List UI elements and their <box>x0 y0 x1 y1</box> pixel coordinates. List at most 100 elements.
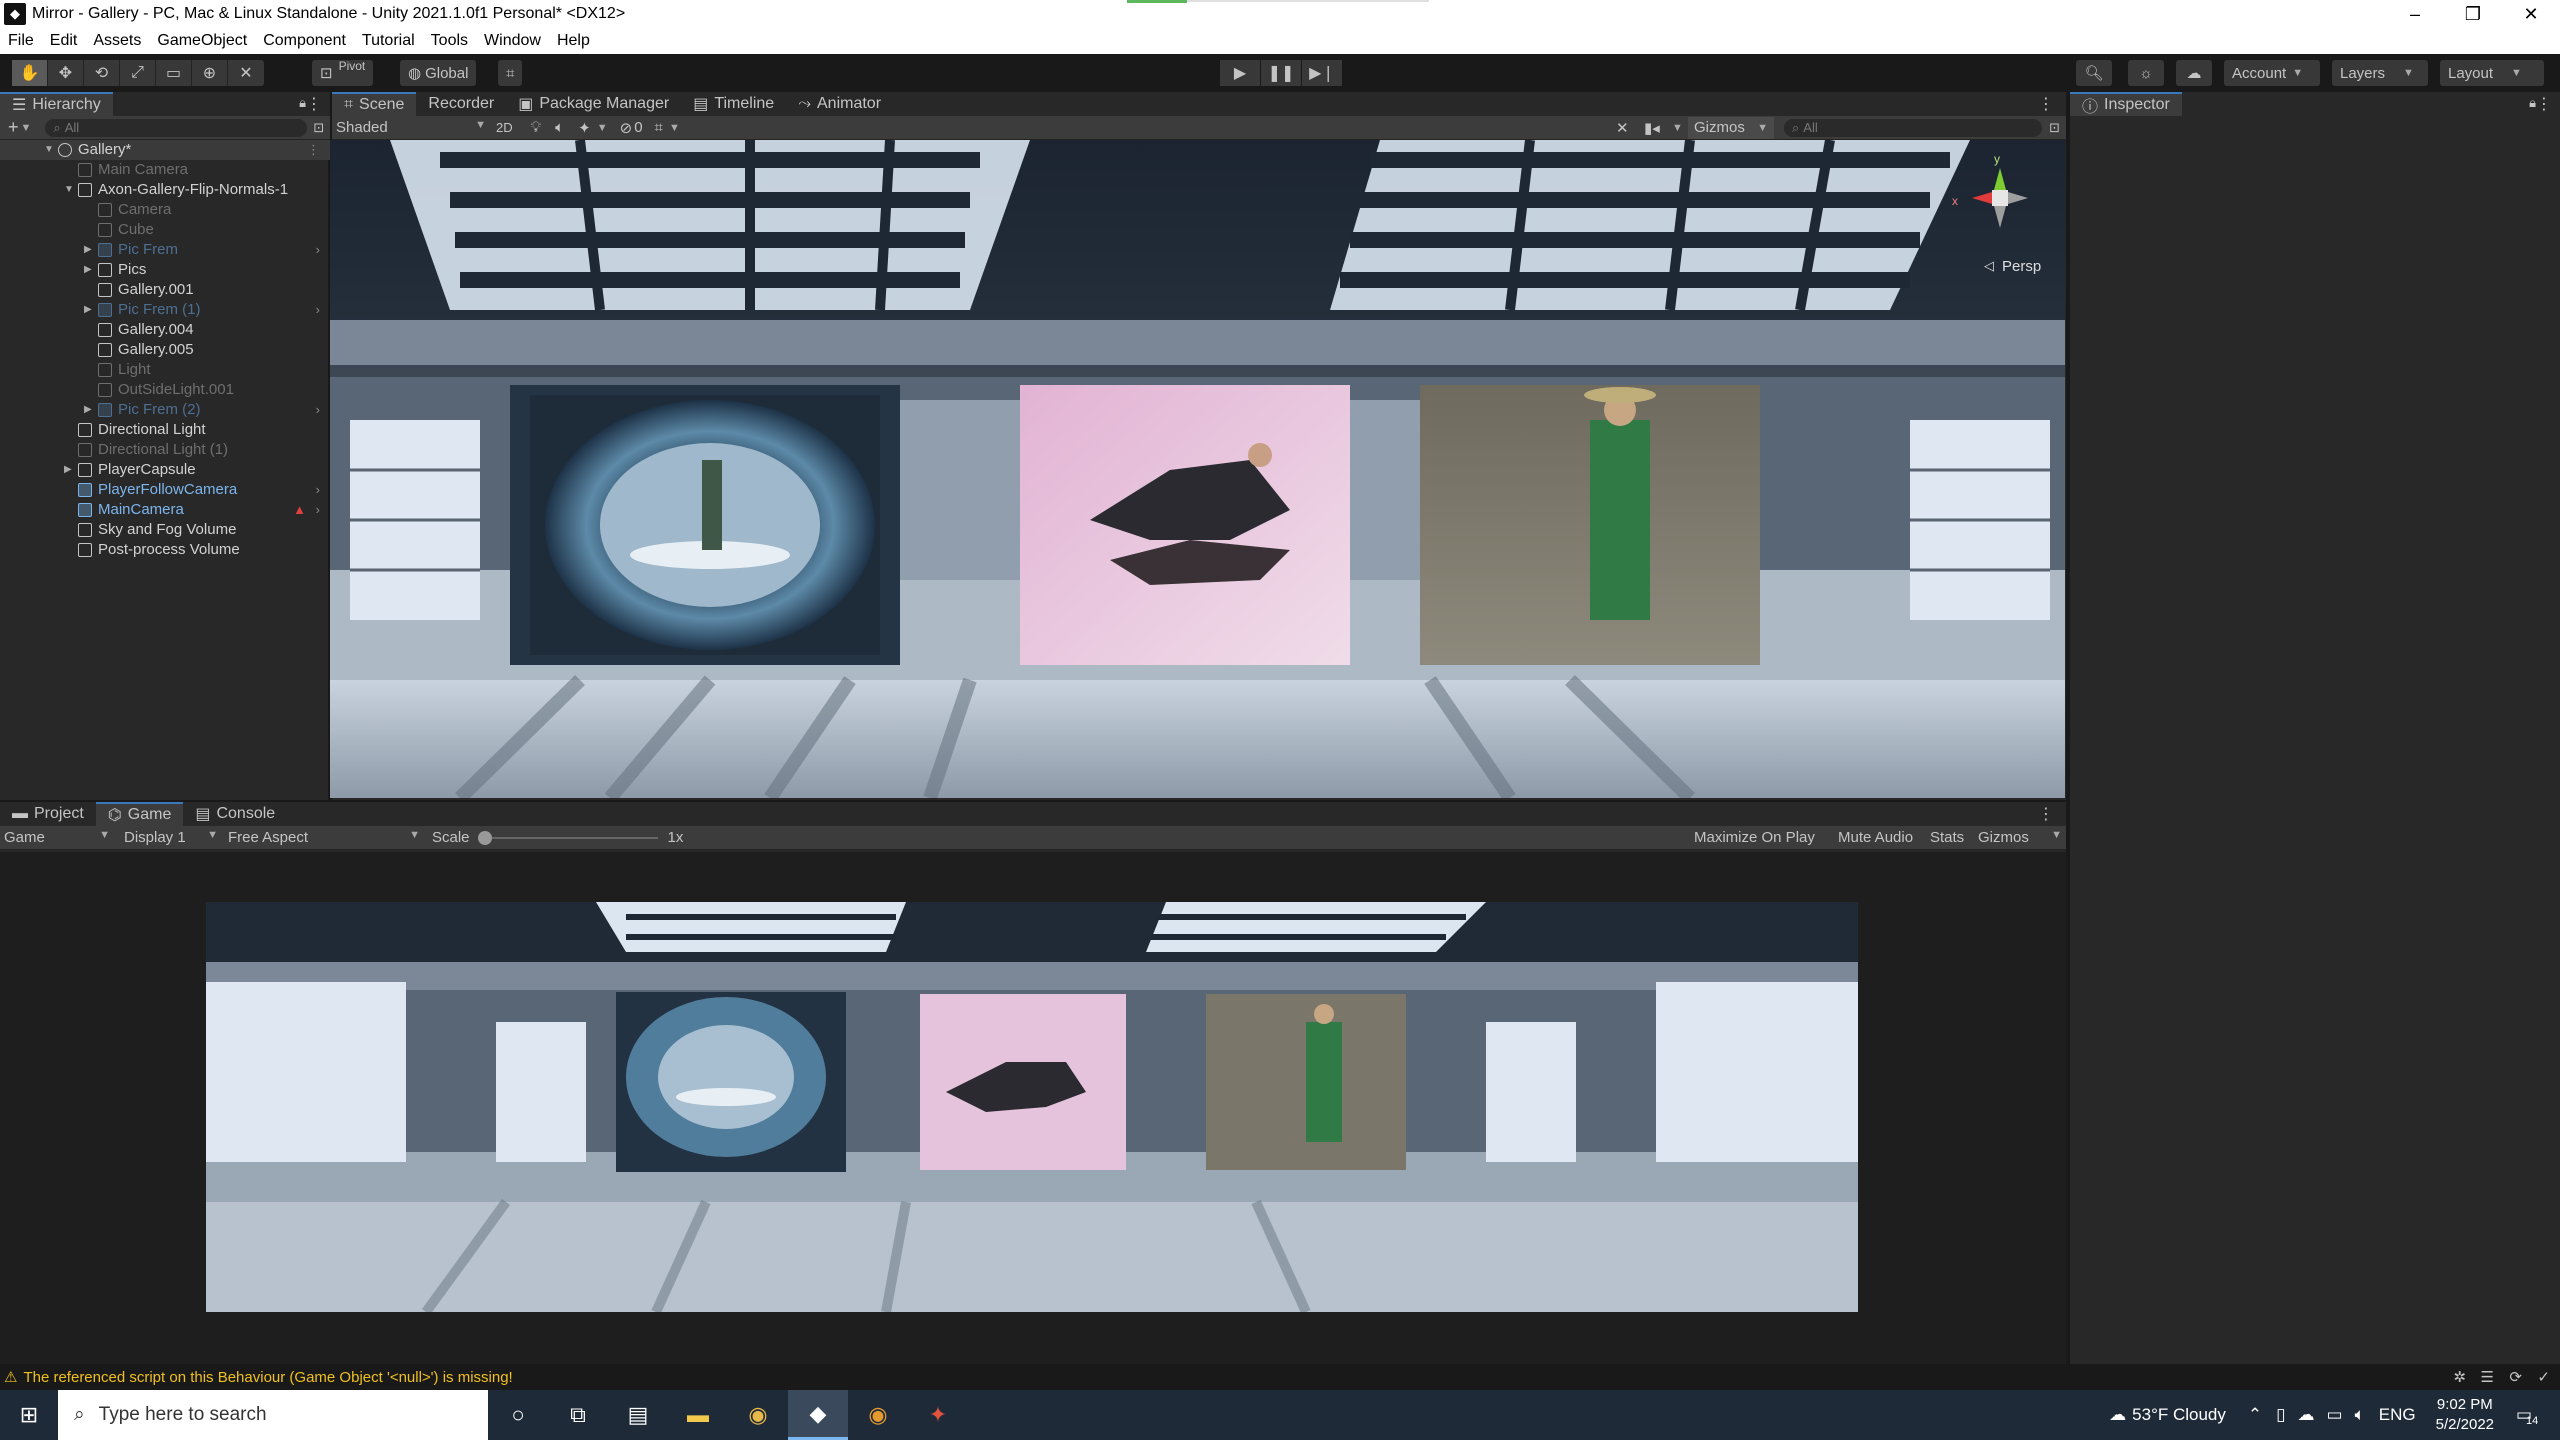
account-dropdown[interactable]: Account ▼ <box>2224 60 2320 86</box>
sync-icon[interactable]: ⟳ <box>2509 1368 2522 1386</box>
shading-mode-dropdown[interactable]: Shaded ▼ <box>336 119 486 136</box>
restore-button[interactable]: ❐ <box>2444 0 2502 28</box>
hierarchy-item[interactable]: OutSideLight.001 <box>0 380 330 400</box>
scene-viewport[interactable]: y x Persp ◁ <box>330 140 2065 798</box>
hierarchy-item[interactable]: Post-process Volume <box>0 540 330 560</box>
grid-toggle-icon[interactable]: ⌗ <box>655 119 663 136</box>
prefab-open-arrow-icon[interactable]: › <box>316 480 320 500</box>
layout-dropdown[interactable]: Layout ▼ <box>2440 60 2544 86</box>
prefab-open-arrow-icon[interactable]: › <box>316 300 320 320</box>
search-button[interactable]: 🔍︎ <box>2076 60 2112 86</box>
lock-icon[interactable]: 🔒︎ <box>2529 95 2536 111</box>
hierarchy-item[interactable]: ▶ PlayerCapsule <box>0 460 330 480</box>
tab-project[interactable]: ▬ Project <box>0 802 96 826</box>
expand-arrow-icon[interactable]: ▼ <box>44 140 54 160</box>
hand-tool-icon[interactable]: ✋ <box>12 60 48 86</box>
mute-audio-toggle[interactable]: Mute Audio <box>1838 829 1913 846</box>
prefab-open-arrow-icon[interactable]: › <box>316 500 320 520</box>
stats-toggle[interactable]: Stats <box>1930 829 1964 846</box>
hierarchy-item[interactable]: Camera <box>0 200 330 220</box>
visibility-icon[interactable]: ⊘ <box>620 119 633 137</box>
custom-tool-icon[interactable]: ✕ <box>228 60 264 86</box>
file-explorer-icon[interactable]: ▬ <box>668 1390 728 1440</box>
game-gizmos-dropdown[interactable]: Gizmos ▼ <box>1978 829 2062 846</box>
menu-assets[interactable]: Assets <box>85 32 149 50</box>
tab-scene[interactable]: ⌗ Scene <box>332 92 417 116</box>
tools-icon[interactable]: ✕ <box>1616 119 1629 137</box>
projection-label[interactable]: Persp <box>2002 258 2041 275</box>
kebab-menu-icon[interactable]: ⋮ <box>2038 804 2054 824</box>
chevron-up-icon[interactable]: ⌃ <box>2248 1405 2262 1425</box>
scene-search-input[interactable]: ⌕ All <box>1784 118 2042 137</box>
volume-icon[interactable]: 🔈︎ <box>2355 1405 2365 1425</box>
menu-edit[interactable]: Edit <box>42 32 86 50</box>
hierarchy-item[interactable]: MainCamera ▲ › <box>0 500 330 520</box>
chevron-down-icon[interactable]: ▼ <box>21 122 32 134</box>
global-toggle[interactable]: ◍ Global <box>400 60 477 86</box>
cortana-icon[interactable]: ○ <box>488 1390 548 1440</box>
grid-snap-button[interactable]: ⌗ <box>498 60 523 86</box>
hierarchy-search-input[interactable]: ⌕ All <box>45 118 308 137</box>
scale-tool-icon[interactable]: ⤢ <box>120 60 156 86</box>
unity-app-icon[interactable]: ◆ <box>788 1390 848 1440</box>
collapse-arrow-icon[interactable]: ▶ <box>84 400 92 420</box>
hierarchy-item[interactable]: ▶ Pics <box>0 260 330 280</box>
task-view-icon[interactable]: ⧉ <box>548 1390 608 1440</box>
hierarchy-item[interactable]: Gallery.005 <box>0 340 330 360</box>
tab-recorder[interactable]: Recorder <box>416 92 506 116</box>
rect-tool-icon[interactable]: ▭ <box>156 60 192 86</box>
services-button[interactable]: ☼ <box>2128 60 2164 86</box>
play-button[interactable]: ▶ <box>1220 60 1260 86</box>
tab-hierarchy[interactable]: ☰ Hierarchy <box>0 92 113 116</box>
layers-dropdown[interactable]: Layers ▼ <box>2332 60 2428 86</box>
menu-component[interactable]: Component <box>255 32 354 50</box>
search-options-icon[interactable]: ⊡ <box>313 120 324 136</box>
hierarchy-item[interactable]: ▶ Pic Frem (1) › <box>0 300 330 320</box>
chevron-down-icon[interactable]: ▼ <box>669 122 680 134</box>
hierarchy-item[interactable]: Sky and Fog Volume <box>0 520 330 540</box>
pivot-toggle[interactable]: ⊡ Pivot <box>312 59 374 86</box>
menu-window[interactable]: Window <box>476 32 549 50</box>
check-icon[interactable]: ✓ <box>2537 1368 2550 1386</box>
hierarchy-item[interactable]: Gallery.004 <box>0 320 330 340</box>
close-button[interactable]: ✕ <box>2502 0 2560 28</box>
expand-arrow-icon[interactable]: ▼ <box>64 180 74 200</box>
search-options-icon[interactable]: ⊡ <box>2049 120 2060 136</box>
2d-toggle[interactable]: 2D <box>496 120 513 135</box>
hierarchy-item[interactable]: ▶ Pic Frem (2) › <box>0 400 330 420</box>
maximize-on-play-toggle[interactable]: Maximize On Play <box>1694 829 1815 846</box>
kebab-menu-icon[interactable]: ⋮ <box>307 140 320 160</box>
aspect-dropdown[interactable]: Free Aspect ▼ <box>228 829 420 846</box>
move-tool-icon[interactable]: ✥ <box>48 60 84 86</box>
scale-slider[interactable] <box>477 830 658 845</box>
camera-icon[interactable]: ▮◂ <box>1644 119 1660 137</box>
collapse-arrow-icon[interactable]: ▶ <box>84 260 92 280</box>
notification-center-button[interactable]: ▭ 14 <box>2516 1405 2550 1427</box>
chevron-down-icon[interactable]: ▼ <box>1672 122 1683 134</box>
kebab-menu-icon[interactable]: ⋮ <box>306 94 322 114</box>
tab-animator[interactable]: ⤳ Animator <box>786 92 893 116</box>
menu-help[interactable]: Help <box>549 32 598 50</box>
hierarchy-item[interactable]: PlayerFollowCamera › <box>0 480 330 500</box>
rotate-tool-icon[interactable]: ⟲ <box>84 60 120 86</box>
network-icon[interactable]: ▭ <box>2327 1405 2343 1425</box>
taskbar-search-box[interactable]: ⌕ Type here to search <box>58 1390 488 1440</box>
onedrive-icon[interactable]: ☁ <box>2298 1405 2315 1425</box>
chevron-down-icon[interactable]: ▼ <box>597 122 608 134</box>
tab-timeline[interactable]: ▤ Timeline <box>681 92 786 116</box>
scene-gizmos-dropdown[interactable]: Gizmos ▼ <box>1688 116 1774 139</box>
audio-toggle-icon[interactable]: 🔈︎ <box>555 119 564 136</box>
clock[interactable]: 9:02 PM 5/2/2022 <box>2436 1395 2494 1435</box>
prefab-open-arrow-icon[interactable]: › <box>316 400 320 420</box>
cloud-button[interactable]: ☁ <box>2176 60 2212 86</box>
hierarchy-item[interactable]: Gallery.001 <box>0 280 330 300</box>
hierarchy-item[interactable]: Directional Light (1) <box>0 440 330 460</box>
hierarchy-item[interactable]: ▶ Pic Frem › <box>0 240 330 260</box>
lock-icon[interactable]: 🔒︎ <box>299 95 306 111</box>
game-view-dropdown[interactable]: Game ▼ <box>4 829 110 846</box>
hierarchy-item[interactable]: ▼ Gallery* ⋮ <box>0 140 330 160</box>
menu-tutorial[interactable]: Tutorial <box>354 32 423 50</box>
bug-icon[interactable]: ✲ <box>2453 1368 2466 1386</box>
news-app-icon[interactable]: ▤ <box>608 1390 668 1440</box>
hierarchy-item[interactable]: Cube <box>0 220 330 240</box>
